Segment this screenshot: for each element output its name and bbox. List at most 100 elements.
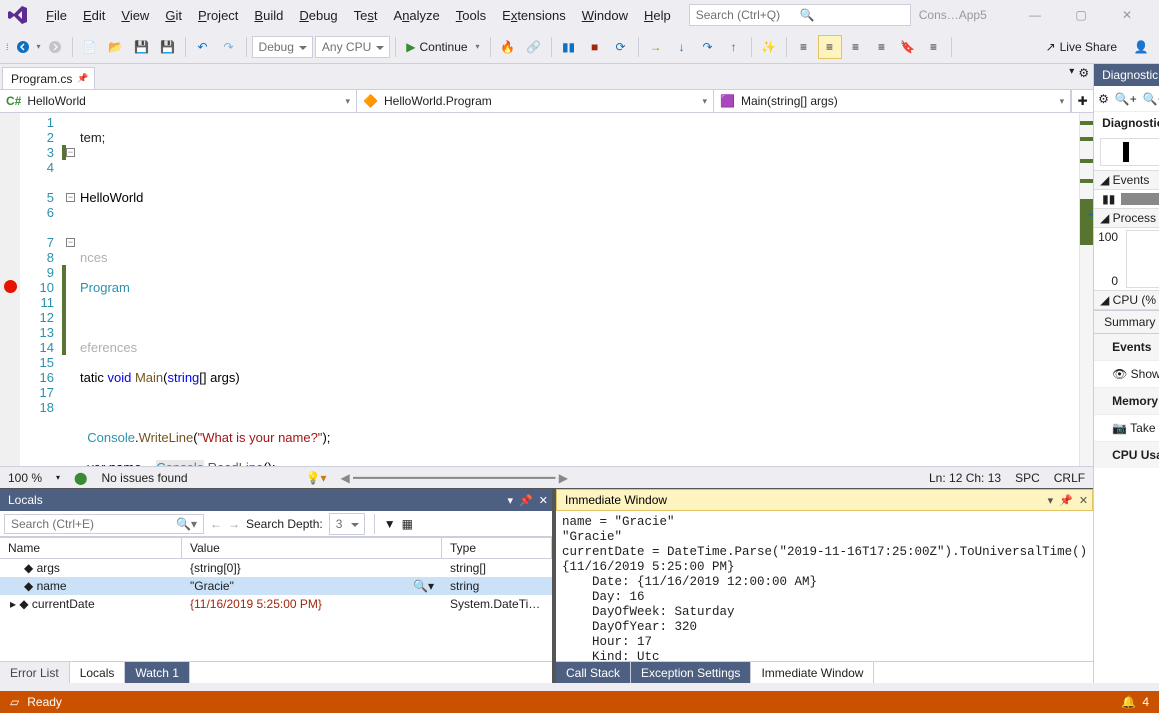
intellicode-button[interactable]: ✨ <box>757 35 781 59</box>
panel-dropdown-icon[interactable]: ▾ <box>1048 494 1054 507</box>
panel-pin-icon[interactable]: 📌 <box>519 494 533 507</box>
search-prev-icon[interactable]: ← <box>210 517 222 531</box>
browser-link-button[interactable]: 🔗 <box>522 35 546 59</box>
tab-call-stack[interactable]: Call Stack <box>556 662 631 683</box>
menu-edit[interactable]: Edit <box>75 4 113 27</box>
show-events-link[interactable]: 👁 Show Events (1 of 1) <box>1094 361 1159 388</box>
step-out-button[interactable]: ↑ <box>722 35 746 59</box>
overview-ruler[interactable] <box>1079 113 1093 466</box>
diag-tab-summary[interactable]: Summary <box>1094 311 1159 333</box>
nav-back-button[interactable] <box>11 35 35 59</box>
minimize-button[interactable]: — <box>1021 4 1049 26</box>
col-name[interactable]: Name <box>0 538 182 558</box>
pause-events-icon[interactable]: ▮▮ <box>1102 192 1115 206</box>
menu-tools[interactable]: Tools <box>448 4 494 27</box>
locals-row[interactable]: ▸ ◆ currentDate {11/16/2019 5:25:00 PM} … <box>0 595 552 613</box>
diag-timeline[interactable]: 10s <box>1100 138 1159 166</box>
tab-locals[interactable]: Locals <box>70 662 126 683</box>
tab-error-list[interactable]: Error List <box>0 662 70 683</box>
platform-dropdown[interactable]: Any CPU <box>315 36 390 58</box>
redo-button[interactable]: ↷ <box>217 35 241 59</box>
notifications-icon[interactable]: 🔔 <box>1121 695 1136 709</box>
search-next-icon[interactable]: → <box>228 517 240 531</box>
nav-project-dropdown[interactable]: C# HelloWorld ▾ <box>0 90 357 112</box>
col-type[interactable]: Type <box>442 538 552 558</box>
immediate-panel-title[interactable]: Immediate Window ▾ 📌 ✕ <box>556 489 1093 511</box>
indent-mode[interactable]: SPC <box>1015 471 1040 485</box>
filter-icon[interactable]: ▼ <box>384 517 396 531</box>
comment-button[interactable]: ≡ <box>844 35 868 59</box>
stop-button[interactable]: ■ <box>583 35 607 59</box>
breakpoint-icon[interactable] <box>4 280 17 293</box>
word-wrap-button[interactable]: ≡ <box>818 35 842 59</box>
search-depth-dropdown[interactable]: 3 <box>329 513 365 535</box>
uncomment-button[interactable]: ≡ <box>870 35 894 59</box>
menu-analyze[interactable]: Analyze <box>386 4 448 27</box>
split-editor-button[interactable]: ✚ <box>1071 90 1093 112</box>
restart-button[interactable]: ⟳ <box>609 35 633 59</box>
close-button[interactable]: ✕ <box>1113 4 1141 26</box>
locals-search-input[interactable]: Search (Ctrl+E) 🔍▾ <box>4 514 204 534</box>
code-body[interactable]: tem; HelloWorld nces Program eferences t… <box>80 113 1079 466</box>
zoom-out-icon[interactable]: 🔍− <box>1143 92 1159 106</box>
save-button[interactable]: 💾 <box>130 35 154 59</box>
eol-mode[interactable]: CRLF <box>1054 471 1085 485</box>
maximize-button[interactable]: ▢ <box>1067 4 1095 26</box>
tab-immediate-window[interactable]: Immediate Window <box>751 662 874 683</box>
menu-view[interactable]: View <box>113 4 157 27</box>
diagnostic-title[interactable]: Diagnostic Tools ▾ 📌 ✕ <box>1094 64 1159 86</box>
pause-button[interactable]: ▮▮ <box>557 35 581 59</box>
gear-icon[interactable]: ⚙ <box>1098 92 1109 106</box>
locals-panel-title[interactable]: Locals ▾ 📌 ✕ <box>0 489 552 511</box>
panel-close-icon[interactable]: ✕ <box>539 494 548 507</box>
list-view-icon[interactable]: ▦ <box>402 517 413 531</box>
menu-help[interactable]: Help <box>636 4 679 27</box>
menu-window[interactable]: Window <box>574 4 636 27</box>
breakpoint-gutter[interactable] <box>0 113 20 466</box>
take-snapshot-link[interactable]: 📷 Take Snapshot <box>1094 415 1159 442</box>
light-bulb-icon[interactable]: 💡▾ <box>306 471 327 485</box>
menu-debug[interactable]: Debug <box>291 4 345 27</box>
feedback-button[interactable]: 👤 <box>1129 35 1153 59</box>
code-editor[interactable]: 123456789101112131415161718 − − − tem; H… <box>0 113 1093 466</box>
locals-row[interactable]: ◆ name "Gracie"🔍▾ string <box>0 577 552 595</box>
live-share-button[interactable]: ↗ Live Share <box>1046 40 1117 54</box>
panel-close-icon[interactable]: ✕ <box>1079 494 1088 507</box>
continue-button[interactable]: ▶ Continue ▾ <box>401 35 484 59</box>
menu-project[interactable]: Project <box>190 4 246 27</box>
quick-search-input[interactable]: Search (Ctrl+Q) 🔍 <box>689 4 911 26</box>
pin-icon[interactable]: 📌 <box>77 73 88 84</box>
menu-build[interactable]: Build <box>246 4 291 27</box>
nav-member-dropdown[interactable]: 🟪 Main(string[] args) ▾ <box>714 90 1071 112</box>
hot-reload-button[interactable]: 🔥 <box>496 35 520 59</box>
locals-row[interactable]: ◆ args {string[0]} string[] <box>0 559 552 577</box>
tab-exception-settings[interactable]: Exception Settings <box>631 662 751 683</box>
memory-chart[interactable] <box>1126 230 1159 288</box>
toolbar-expand-icon[interactable]: ⁞ <box>6 42 9 52</box>
align-button[interactable]: ≡ <box>792 35 816 59</box>
memory-section-hdr[interactable]: ◢ Process Memory ▮ ▼ S… ●Pri… <box>1094 208 1159 228</box>
events-section-hdr[interactable]: ◢ Events <box>1094 170 1159 190</box>
menu-extensions[interactable]: Extensions <box>494 4 574 27</box>
step-into-button[interactable]: ↓ <box>670 35 694 59</box>
bookmark-button[interactable]: 🔖 <box>896 35 920 59</box>
visualizer-icon[interactable]: 🔍▾ <box>413 579 434 593</box>
zoom-in-icon[interactable]: 🔍+ <box>1115 92 1137 106</box>
show-next-statement-button[interactable]: → <box>644 35 668 59</box>
menu-git[interactable]: Git <box>157 4 190 27</box>
nav-fwd-button[interactable] <box>43 35 67 59</box>
menu-file[interactable]: File <box>38 4 75 27</box>
bookmark-next-button[interactable]: ≡ <box>922 35 946 59</box>
step-over-button[interactable]: ↷ <box>696 35 720 59</box>
immediate-output[interactable]: name = "Gracie" "Gracie" currentDate = D… <box>556 511 1093 661</box>
fold-gutter[interactable]: − − − <box>62 113 80 466</box>
tab-settings-icon[interactable]: ⚙ <box>1078 66 1089 80</box>
menu-test[interactable]: Test <box>346 4 386 27</box>
panel-pin-icon[interactable]: 📌 <box>1059 494 1073 507</box>
save-all-button[interactable]: 💾 <box>156 35 180 59</box>
tab-watch-1[interactable]: Watch 1 <box>125 662 190 683</box>
tab-dropdown-icon[interactable]: ▾ <box>1069 66 1074 80</box>
zoom-dropdown[interactable]: 100 % <box>8 471 42 485</box>
tab-program-cs[interactable]: Program.cs 📌 <box>2 67 95 89</box>
panel-dropdown-icon[interactable]: ▾ <box>508 494 514 507</box>
